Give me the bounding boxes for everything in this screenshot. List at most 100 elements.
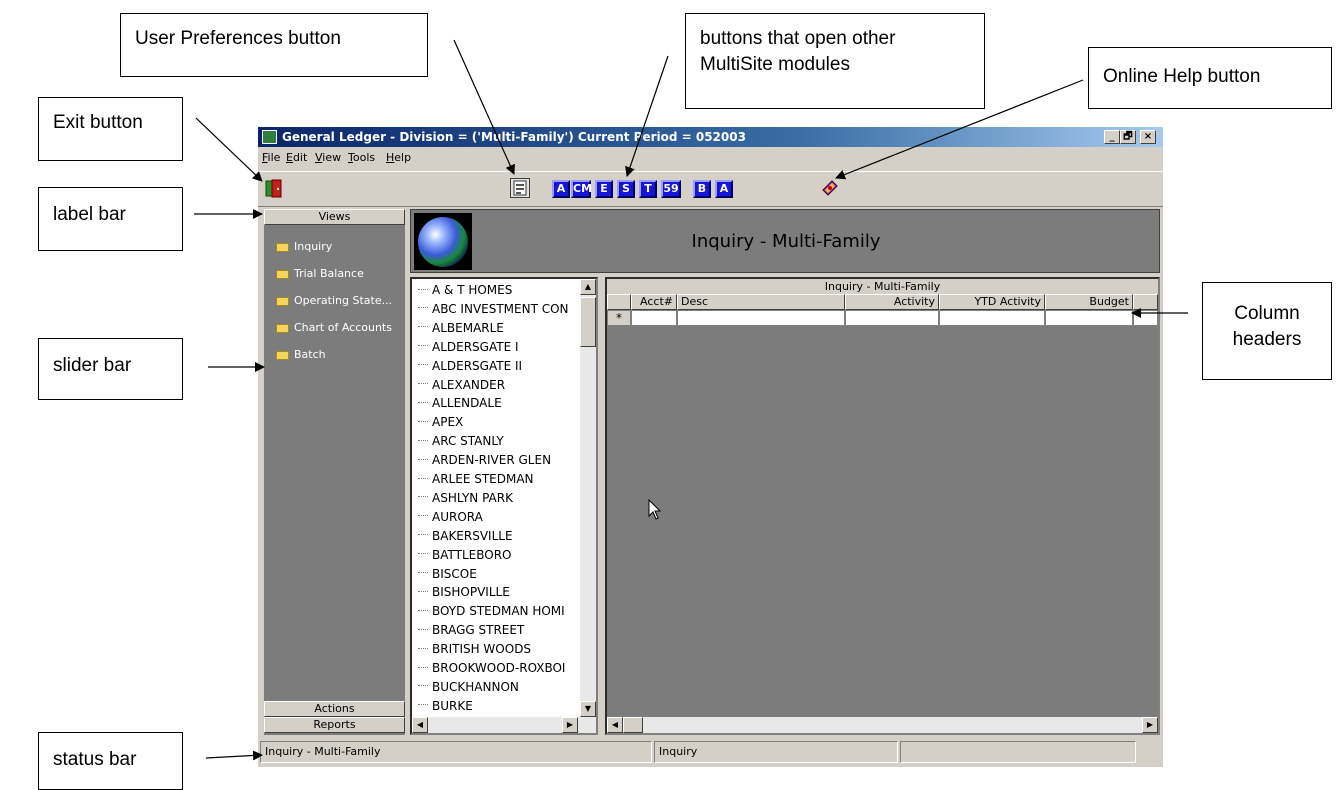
list-item[interactable]: APEX xyxy=(412,413,582,431)
menu-file[interactable]: File xyxy=(262,151,280,164)
list-item-label: ASHLYN PARK xyxy=(432,490,513,505)
list-item-label: BISHOPVILLE xyxy=(432,585,510,600)
list-item[interactable]: BRAGG STREET xyxy=(412,621,582,639)
column-header-ytd-activity[interactable]: YTD Activity xyxy=(939,294,1045,310)
module-button-e[interactable]: E xyxy=(595,180,613,198)
restore-button[interactable]: 🗗 xyxy=(1120,130,1136,144)
scroll-thumb[interactable] xyxy=(623,717,643,733)
list-item[interactable]: BISHOPVILLE xyxy=(412,583,582,601)
cell-desc[interactable] xyxy=(677,310,845,326)
list-item[interactable]: BATTLEBORO xyxy=(412,546,582,564)
list-vertical-scrollbar[interactable]: ▲ ▼ xyxy=(580,279,596,717)
menu-help[interactable]: Help xyxy=(386,151,411,164)
scroll-down-icon[interactable]: ▼ xyxy=(580,701,596,717)
list-item-label: ARDEN-RIVER GLEN xyxy=(432,453,552,468)
list-item[interactable]: ALBEMARLE xyxy=(412,319,582,337)
list-item-label: AURORA xyxy=(432,509,483,524)
menu-view[interactable]: View xyxy=(315,151,341,164)
list-item-label: ALDERSGATE II xyxy=(432,358,523,373)
list-item[interactable]: BURKE xyxy=(412,697,582,715)
title-bar[interactable]: General Ledger - Division = ('Multi-Fami… xyxy=(258,127,1163,147)
scroll-left-icon[interactable]: ◀ xyxy=(412,717,428,733)
list-item[interactable]: ARC STANLY xyxy=(412,432,582,450)
cell-activity[interactable] xyxy=(845,310,939,326)
status-panel-view: Inquiry - Multi-Family xyxy=(260,741,652,763)
list-horizontal-scrollbar[interactable]: ◀ ▶ xyxy=(412,717,596,733)
list-item[interactable]: ARLEE STEDMAN xyxy=(412,470,582,488)
new-row-marker[interactable]: * xyxy=(607,310,631,326)
folder-icon xyxy=(276,296,289,306)
list-item[interactable]: BROOKWOOD-ROXBOI xyxy=(412,659,582,677)
reports-label-bar[interactable]: Reports xyxy=(264,717,405,733)
list-item[interactable]: BUCKHANNON xyxy=(412,678,582,696)
column-header-extra[interactable] xyxy=(1133,294,1158,310)
list-item[interactable]: ARDEN-RIVER GLEN xyxy=(412,451,582,469)
list-item[interactable]: BAKERSVILLE xyxy=(412,527,582,545)
views-label-bar[interactable]: Views xyxy=(264,209,405,225)
tree-connector xyxy=(418,647,428,649)
module-button-a2[interactable]: A xyxy=(715,180,733,198)
cell-ytd-activity[interactable] xyxy=(939,310,1045,326)
list-item-label: ABC INVESTMENT CON xyxy=(432,301,569,316)
tree-connector xyxy=(418,534,428,536)
scroll-up-icon[interactable]: ▲ xyxy=(580,279,596,295)
banner-title: Inquiry - Multi-Family xyxy=(691,231,881,252)
view-item-chart-of-accounts[interactable]: Chart of Accounts xyxy=(276,320,392,336)
view-item-trial-balance[interactable]: Trial Balance xyxy=(276,266,364,282)
status-panel-mode: Inquiry xyxy=(654,741,898,763)
module-button-cm[interactable]: CM xyxy=(571,180,592,198)
user-preferences-icon[interactable] xyxy=(510,178,530,198)
scroll-thumb[interactable] xyxy=(580,297,596,347)
cell-extra[interactable] xyxy=(1133,310,1158,326)
callout-slider-bar: slider bar xyxy=(38,338,183,400)
view-item-batch[interactable]: Batch xyxy=(276,347,326,363)
exit-door-icon[interactable] xyxy=(264,178,284,198)
module-button-b[interactable]: B xyxy=(693,180,711,198)
column-header-desc[interactable]: Desc xyxy=(677,294,845,310)
list-item[interactable]: ABC INVESTMENT CON xyxy=(412,300,582,318)
scroll-right-icon[interactable]: ▶ xyxy=(562,717,578,733)
list-item[interactable]: ALDERSGATE II xyxy=(412,357,582,375)
column-header-budget[interactable]: Budget xyxy=(1045,294,1133,310)
list-item[interactable]: ALLENDALE xyxy=(412,394,582,412)
view-item-inquiry[interactable]: Inquiry xyxy=(276,239,332,255)
list-item[interactable]: ALDERSGATE I xyxy=(412,338,582,356)
status-bar: Inquiry - Multi-Family Inquiry xyxy=(258,739,1163,765)
view-item-operating-statement[interactable]: Operating State... xyxy=(276,293,392,309)
list-item[interactable]: A & T HOMES xyxy=(412,281,582,299)
list-item-label: BUCKHANNON xyxy=(432,679,519,694)
list-item-label: ARC STANLY xyxy=(432,434,504,449)
column-header-acct[interactable]: Acct# xyxy=(631,294,677,310)
list-item[interactable]: BRITISH WOODS xyxy=(412,640,582,658)
tree-connector xyxy=(418,496,428,498)
list-item-label: BROOKWOOD-ROXBOI xyxy=(432,661,566,675)
list-item[interactable]: AURORA xyxy=(412,508,582,526)
grid-horizontal-scrollbar[interactable]: ◀ ▶ xyxy=(607,717,1158,733)
app-icon[interactable] xyxy=(262,130,277,144)
cell-acct[interactable] xyxy=(631,310,677,326)
menu-tools[interactable]: Tools xyxy=(348,151,375,164)
scroll-left-icon[interactable]: ◀ xyxy=(607,717,623,733)
scroll-right-icon[interactable]: ▶ xyxy=(1142,717,1158,733)
list-item[interactable]: ALEXANDER xyxy=(412,376,582,394)
module-button-59[interactable]: 59 xyxy=(661,180,681,198)
list-item[interactable]: BOYD STEDMAN HOMI xyxy=(412,602,582,620)
close-button[interactable]: × xyxy=(1140,130,1156,144)
module-button-s[interactable]: S xyxy=(617,180,635,198)
list-item-label: BOYD STEDMAN HOMI xyxy=(432,604,565,619)
online-help-book-icon[interactable] xyxy=(820,178,840,198)
property-list[interactable]: A & T HOMES ABC INVESTMENT CON ALBEMARLE AL… xyxy=(410,277,598,735)
module-button-a[interactable]: A xyxy=(552,180,570,198)
actions-label-bar[interactable]: Actions xyxy=(264,701,405,717)
toolbar: A CM E S T 59 B A xyxy=(258,171,1163,207)
list-item[interactable]: BISCOE xyxy=(412,565,582,583)
tree-connector xyxy=(418,401,428,403)
module-button-t[interactable]: T xyxy=(639,180,657,198)
minimize-button[interactable]: _ xyxy=(1104,130,1120,144)
list-item[interactable]: ASHLYN PARK xyxy=(412,489,582,507)
callout-modules: buttons that open other MultiSite module… xyxy=(685,13,985,109)
menu-edit[interactable]: Edit xyxy=(286,151,307,164)
callout-user-preferences: User Preferences button xyxy=(120,13,428,77)
column-header-activity[interactable]: Activity xyxy=(845,294,939,310)
cell-budget[interactable] xyxy=(1045,310,1133,326)
